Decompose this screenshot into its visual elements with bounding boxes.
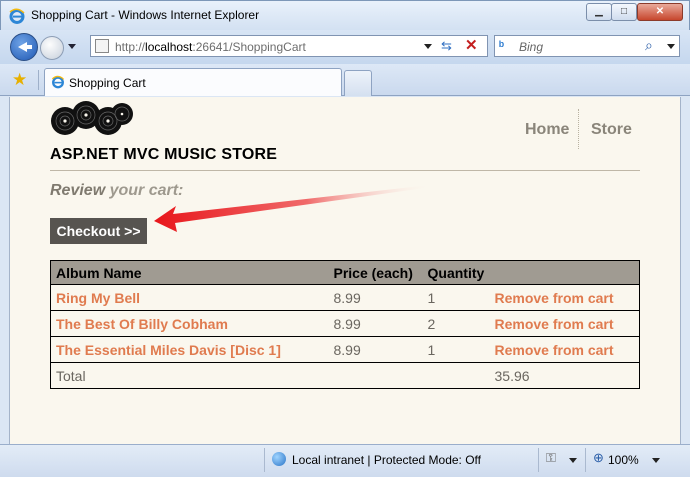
checkout-button[interactable]: Checkout >>	[50, 218, 147, 244]
price-cell: 8.99	[328, 284, 423, 311]
quantity-cell: 1	[422, 284, 490, 311]
table-header-row: Album Name Price (each) Quantity	[50, 260, 640, 285]
bing-icon: ᵇ	[499, 38, 505, 53]
status-bar: Local intranet | Protected Mode: Off ⚿ ⊕…	[0, 444, 690, 477]
close-button[interactable]: ✕	[637, 3, 683, 21]
zoom-icon[interactable]: ⊕	[593, 450, 604, 466]
search-icon[interactable]: ⌕	[645, 37, 653, 54]
table-row: The Best Of Billy Cobham 8.99 2 Remove f…	[50, 310, 640, 337]
status-separator	[585, 448, 586, 472]
album-link[interactable]: Ring My Bell	[56, 290, 140, 306]
empty-cell	[422, 362, 490, 389]
remove-cell: Remove from cart	[489, 310, 640, 337]
zoom-dropdown-icon[interactable]	[652, 458, 660, 463]
album-link[interactable]: The Essential Miles Davis [Disc 1]	[56, 342, 281, 358]
globe-icon	[272, 452, 286, 466]
cart-table: Album Name Price (each) Quantity Ring My…	[50, 260, 640, 389]
tab-separator	[38, 70, 39, 90]
maximize-button[interactable]: □	[611, 3, 637, 21]
window-title-bar[interactable]: Shopping Cart - Windows Internet Explore…	[0, 0, 690, 30]
album-link[interactable]: The Best Of Billy Cobham	[56, 316, 228, 332]
window-title: Shopping Cart - Windows Internet Explore…	[31, 8, 260, 22]
navigation-bar: http://localhost:26641/ShoppingCart ⇆ ✕ …	[0, 30, 690, 64]
favorites-star-icon[interactable]: ★	[12, 70, 27, 90]
total-row: Total 35.96	[50, 362, 640, 389]
status-separator	[538, 448, 539, 472]
refresh-icon[interactable]: ⇆	[441, 38, 452, 54]
table-row: Ring My Bell 8.99 1 Remove from cart	[50, 284, 640, 311]
stop-icon[interactable]: ✕	[465, 36, 478, 54]
remove-from-cart-link[interactable]: Remove from cart	[495, 316, 614, 332]
total-label: Total	[50, 362, 329, 389]
nav-home-link[interactable]: Home	[525, 121, 569, 139]
total-value: 35.96	[489, 362, 640, 389]
header-price: Price (each)	[328, 260, 423, 285]
recent-pages-dropdown-icon[interactable]	[68, 44, 76, 49]
minimize-button[interactable]: ▁	[586, 3, 612, 21]
album-cell: The Best Of Billy Cobham	[50, 310, 329, 337]
zoom-level[interactable]: 100%	[608, 453, 639, 467]
new-tab-button[interactable]	[344, 70, 372, 96]
search-input[interactable]: Bing	[519, 40, 543, 54]
price-cell: 8.99	[328, 310, 423, 337]
price-cell: 8.99	[328, 336, 423, 363]
music-store-logo	[51, 101, 133, 135]
nav-store-link[interactable]: Store	[591, 121, 632, 139]
search-box[interactable]: ᵇ Bing ⌕	[494, 35, 680, 57]
remove-cell: Remove from cart	[489, 284, 640, 311]
quantity-cell: 2	[422, 310, 490, 337]
remove-cell: Remove from cart	[489, 336, 640, 363]
remove-from-cart-link[interactable]: Remove from cart	[495, 290, 614, 306]
search-dropdown-icon[interactable]	[667, 44, 675, 49]
security-zone-text[interactable]: Local intranet | Protected Mode: Off	[292, 453, 481, 467]
page-content: ASP.NET MVC MUSIC STORE Home Store Revie…	[9, 97, 681, 444]
address-dropdown-icon[interactable]	[424, 44, 432, 49]
tab-label: Shopping Cart	[69, 76, 146, 90]
address-url[interactable]: http://localhost:26641/ShoppingCart	[115, 40, 306, 54]
nav-divider	[578, 109, 579, 149]
quantity-cell: 1	[422, 336, 490, 363]
ie-page-icon	[51, 75, 65, 89]
header-album-name: Album Name	[50, 260, 329, 285]
page-icon	[95, 39, 109, 53]
empty-cell	[328, 362, 423, 389]
ie-logo-icon	[9, 8, 25, 24]
header-divider	[50, 170, 640, 171]
tab-shopping-cart[interactable]: Shopping Cart	[44, 68, 342, 96]
status-separator	[264, 448, 265, 472]
address-bar[interactable]: http://localhost:26641/ShoppingCart ⇆ ✕	[90, 35, 488, 57]
forward-button[interactable]	[40, 36, 64, 60]
back-button[interactable]	[10, 33, 38, 61]
protected-mode-dropdown-icon[interactable]	[569, 458, 577, 463]
red-arrow-annotation	[154, 185, 432, 232]
album-cell: The Essential Miles Davis [Disc 1]	[50, 336, 329, 363]
remove-from-cart-link[interactable]: Remove from cart	[495, 342, 614, 358]
tab-bar: ★ Shopping Cart	[0, 64, 690, 96]
header-quantity: Quantity	[422, 260, 490, 285]
store-title: ASP.NET MVC MUSIC STORE	[50, 146, 278, 163]
header-action	[489, 260, 640, 285]
table-row: The Essential Miles Davis [Disc 1] 8.99 …	[50, 336, 640, 363]
album-cell: Ring My Bell	[50, 284, 329, 311]
protected-mode-icon[interactable]: ⚿	[546, 450, 556, 466]
